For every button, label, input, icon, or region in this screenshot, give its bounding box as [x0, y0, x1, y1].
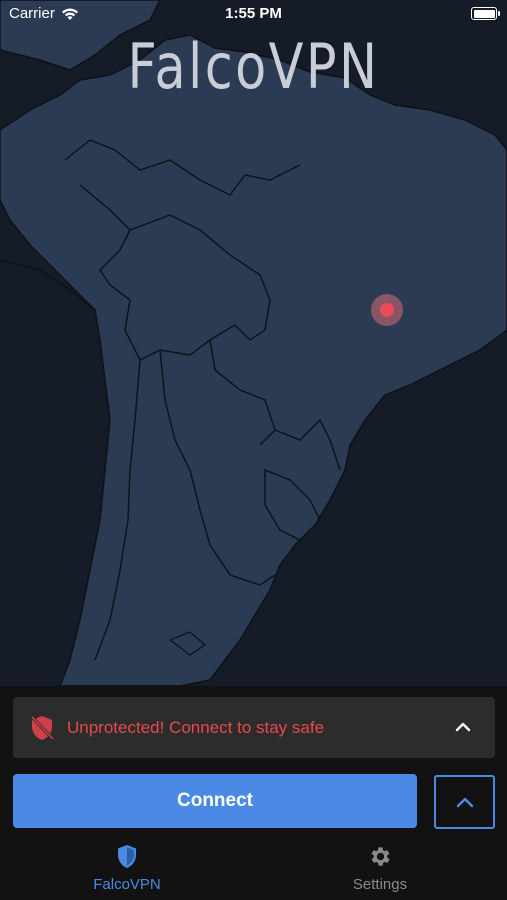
chevron-up-icon — [456, 797, 473, 808]
location-marker — [380, 303, 394, 317]
tab-settings-label: Settings — [352, 876, 408, 893]
tab-falcovpn-label: FalcoVPN — [93, 876, 161, 893]
shield-off-icon — [30, 715, 54, 741]
shield-icon — [118, 845, 136, 868]
tab-settings[interactable]: Settings — [320, 844, 440, 893]
chevron-up-icon[interactable] — [454, 719, 472, 733]
app-title: FalcoVPN — [127, 30, 380, 103]
connection-status-card[interactable]: Unprotected! Connect to stay safe — [13, 697, 495, 758]
status-bar: Carrier 1:55 PM — [0, 0, 507, 30]
battery-level — [473, 9, 495, 18]
expand-server-button[interactable] — [434, 775, 495, 829]
clock: 1:55 PM — [225, 5, 282, 22]
connection-status-message: Unprotected! Connect to stay safe — [67, 718, 325, 737]
battery-icon — [471, 7, 500, 20]
bottom-panel: Unprotected! Connect to stay safe Connec… — [0, 686, 507, 900]
tab-falcovpn[interactable]: FalcoVPN — [67, 844, 187, 893]
gear-icon — [371, 847, 390, 866]
connect-button[interactable]: Connect — [13, 774, 417, 828]
